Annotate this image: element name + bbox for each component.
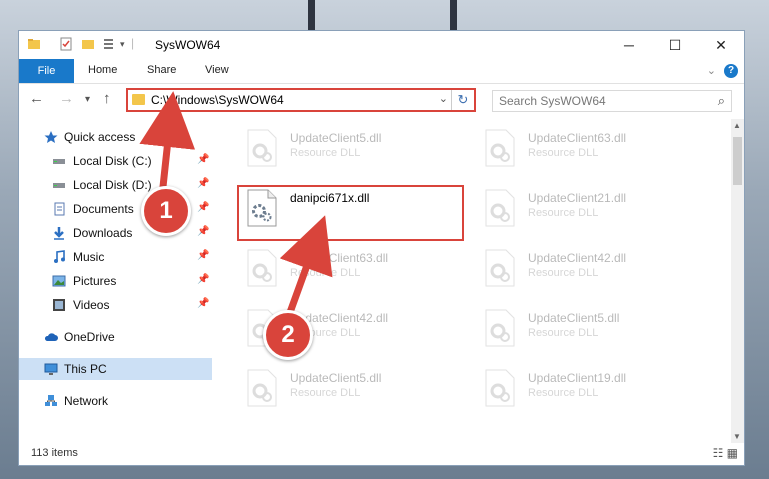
arrow-to-address-bar	[139, 91, 196, 200]
step-callout-1: 1	[141, 186, 191, 236]
arrow-to-file	[279, 215, 333, 322]
step-callout-2: 2	[263, 310, 313, 360]
annotation-arrows	[139, 91, 333, 322]
